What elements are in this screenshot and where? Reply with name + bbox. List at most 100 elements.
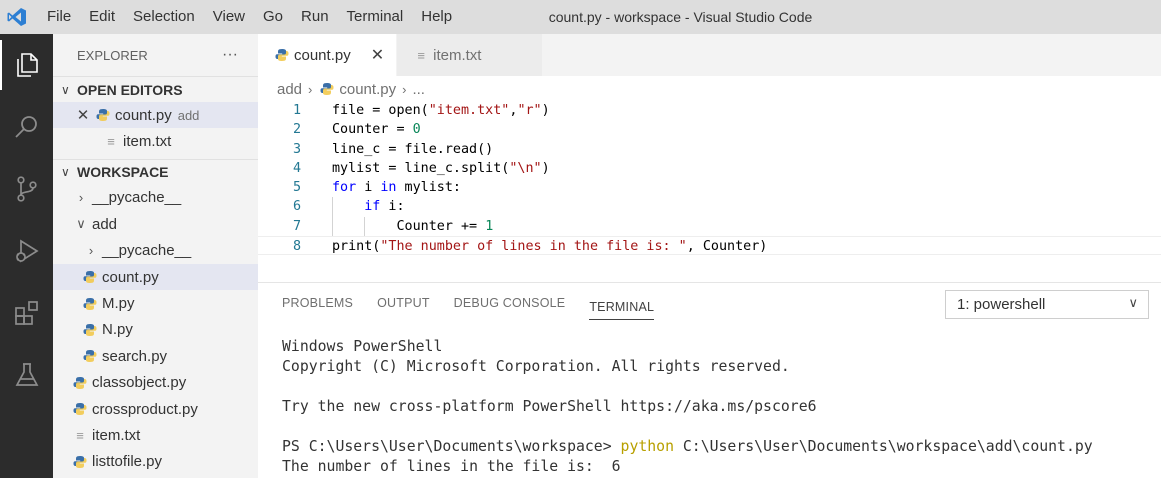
menu-run[interactable]: Run [292, 0, 338, 34]
breadcrumb-file[interactable]: count.py [339, 81, 396, 98]
terminal-prompt: PS C:\Users\User\Documents\workspace> [282, 438, 621, 455]
code-line: 6 if i: [258, 197, 1161, 217]
tree-file[interactable]: M.py [53, 290, 258, 316]
code-token: i: [380, 199, 405, 215]
chevron-right-icon: › [308, 81, 313, 97]
menu-edit[interactable]: Edit [80, 0, 124, 34]
open-editor-item[interactable]: ✕ count.py add [53, 102, 258, 129]
code-token: print( [332, 239, 381, 255]
indent-guide [332, 197, 333, 217]
tree-folder[interactable]: › __pycache__ [53, 238, 258, 264]
search-icon[interactable] [0, 96, 53, 158]
testing-icon[interactable] [0, 344, 53, 406]
code-editor[interactable]: 1 file = open("item.txt","r") 2 Counter … [258, 101, 1161, 256]
tree-item-label: item.txt [92, 426, 141, 444]
explorer-sidebar: EXPLORER ··· ∨ OPEN EDITORS ✕ count.py a… [53, 34, 258, 478]
tree-folder[interactable]: › __pycache__ [53, 185, 258, 211]
code-text: Counter += 1 [332, 216, 493, 237]
tab-item-txt[interactable]: ≡ item.txt [397, 34, 544, 76]
menu-selection[interactable]: Selection [124, 0, 204, 34]
text-file-icon: ≡ [417, 47, 425, 63]
menu-view[interactable]: View [204, 0, 254, 34]
tree-file[interactable]: count.py [53, 263, 258, 291]
code-token: file = open( [332, 103, 429, 118]
code-string: "r" [517, 103, 542, 118]
extensions-icon[interactable] [0, 282, 53, 344]
code-line: 7 Counter += 1 [258, 216, 1161, 237]
terminal-shell-select[interactable]: 1: powershell ∨ [945, 290, 1149, 319]
code-token: ) [541, 103, 550, 118]
tree-file[interactable]: search.py [53, 343, 258, 369]
code-token: ) [541, 160, 550, 176]
tab-debug-console[interactable]: DEBUG CONSOLE [454, 283, 566, 323]
more-actions-icon[interactable]: ··· [222, 46, 238, 64]
tab-terminal[interactable]: TERMINAL [589, 287, 655, 320]
tab-output[interactable]: OUTPUT [377, 283, 430, 323]
menu-terminal[interactable]: Terminal [338, 0, 413, 34]
open-editor-name: count.py [115, 106, 172, 124]
breadcrumb-folder[interactable]: add [277, 81, 302, 98]
chevron-right-icon: › [402, 81, 407, 97]
workspace-label: WORKSPACE [77, 164, 169, 181]
tree-item-label: crossproduct.py [92, 400, 198, 418]
tree-file[interactable]: ≡ item.txt [53, 422, 258, 448]
tree-item-label: __pycache__ [92, 189, 182, 207]
code-line: 2 Counter = 0 [258, 120, 1161, 139]
open-editors-label: OPEN EDITORS [77, 81, 183, 98]
tab-count-py[interactable]: count.py ✕ [258, 34, 398, 76]
explorer-title: EXPLORER [77, 47, 148, 63]
code-number: 0 [412, 122, 421, 138]
tree-item-label: classobject.py [92, 374, 187, 392]
code-token: , Counter) [686, 239, 768, 255]
terminal-line: Copyright (C) Microsoft Corporation. All… [282, 358, 790, 375]
workspace-header[interactable]: ∨ WORKSPACE [53, 158, 258, 185]
explorer-icon[interactable] [0, 34, 53, 96]
chevron-down-icon: ∨ [61, 165, 70, 180]
line-number: 8 [292, 239, 301, 255]
chevron-down-icon: ∨ [1128, 295, 1138, 310]
tree-file[interactable]: classobject.py [53, 370, 258, 396]
code-token: Counter = [332, 122, 413, 138]
open-editor-name: item.txt [123, 133, 172, 151]
line-number: 6 [292, 199, 301, 215]
code-text: mylist = line_c.split("\n") [332, 159, 550, 178]
close-tab-icon[interactable]: ✕ [371, 45, 384, 65]
open-editors-header[interactable]: ∨ OPEN EDITORS [53, 76, 258, 102]
text-file-icon: ≡ [107, 134, 115, 150]
run-debug-icon[interactable] [0, 220, 53, 282]
tree-item-label: __pycache__ [102, 242, 192, 260]
menu-help[interactable]: Help [412, 0, 461, 34]
code-token: mylist = line_c.split( [332, 160, 510, 176]
python-file-icon [318, 82, 336, 96]
tree-item-label: N.py [102, 321, 133, 339]
menu-file[interactable]: File [38, 0, 80, 34]
code-line: 5 for i in mylist: [258, 178, 1161, 197]
code-text: Counter = 0 [332, 120, 421, 139]
code-keyword: for [332, 180, 357, 196]
line-number: 3 [292, 141, 301, 157]
vscode-logo-icon [0, 0, 34, 34]
terminal-argument: C:\Users\User\Documents\workspace\add\co… [673, 438, 1093, 455]
code-line-current: 8 print("The number of lines in the file… [258, 236, 1161, 256]
chevron-right-icon: › [78, 190, 84, 206]
tab-problems[interactable]: PROBLEMS [282, 283, 353, 323]
python-file-icon [81, 270, 99, 284]
text-file-icon: ≡ [76, 427, 84, 443]
menu-go[interactable]: Go [254, 0, 292, 34]
code-token: Counter += [396, 218, 486, 234]
source-control-icon[interactable] [0, 158, 53, 220]
bottom-panel: PROBLEMS OUTPUT DEBUG CONSOLE TERMINAL 1… [258, 282, 1161, 478]
line-number: 7 [292, 218, 301, 234]
tree-item-label: search.py [102, 347, 168, 365]
tree-file[interactable]: crossproduct.py [53, 396, 258, 422]
terminal-output[interactable]: Windows PowerShell Copyright (C) Microso… [282, 337, 1093, 477]
python-file-icon [71, 376, 89, 390]
close-editor-icon[interactable]: ✕ [75, 106, 91, 124]
tree-file[interactable]: listtofile.py [53, 449, 258, 475]
breadcrumb-more[interactable]: ... [412, 81, 425, 98]
tree-item-label: M.py [102, 295, 135, 313]
tree-file[interactable]: N.py [53, 317, 258, 343]
tree-folder[interactable]: ∨ add [53, 211, 258, 237]
python-file-icon [94, 108, 112, 122]
open-editor-item[interactable]: ≡ item.txt [53, 128, 258, 154]
